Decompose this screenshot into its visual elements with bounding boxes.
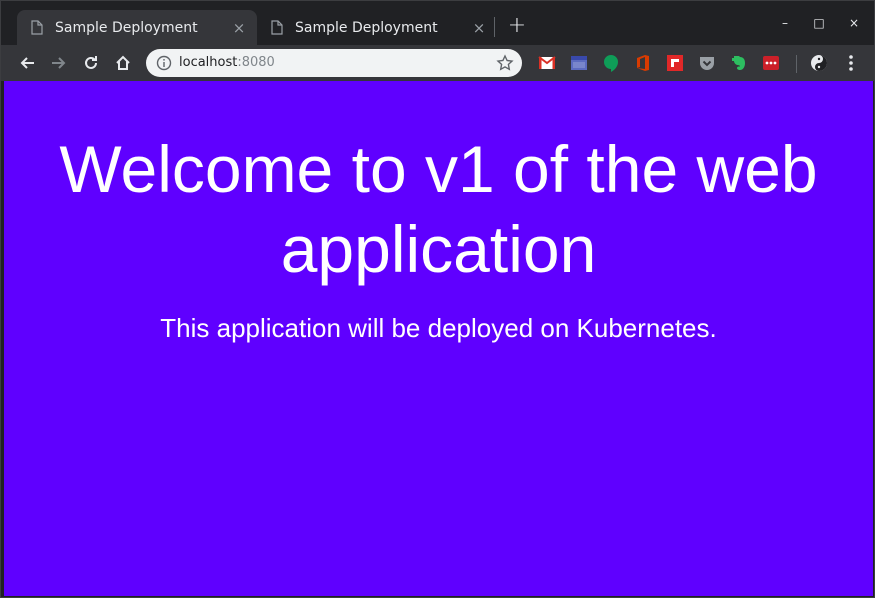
browser-toolbar: localhost:8080 [1,45,874,81]
tab-close-icon[interactable]: × [231,20,247,36]
tab-strip: Sample Deployment × Sample Deployment × … [1,1,874,45]
toolbar-separator [796,55,797,73]
page-heading: Welcome to v1 of the web application [59,132,818,286]
home-button[interactable] [110,50,136,76]
page-subtitle: This application will be deployed on Kub… [160,313,717,343]
bookmark-star-icon[interactable] [496,54,514,72]
google-calendar-icon[interactable] [570,54,588,72]
flipboard-icon[interactable] [666,54,684,72]
home-icon [116,55,130,70]
gmail-icon[interactable] [538,54,556,72]
page-viewport: Welcome to v1 of the web application Thi… [4,81,873,596]
browser-window: Sample Deployment × Sample Deployment × … [0,0,875,598]
kebab-menu-icon[interactable] [842,52,860,74]
url-text: localhost:8080 [179,55,275,70]
reload-button[interactable] [78,50,104,76]
hangouts-icon[interactable] [602,54,620,72]
minimize-button[interactable]: – [775,14,795,32]
yin-yang-icon[interactable] [810,54,828,72]
forward-button[interactable] [46,50,72,76]
arrow-left-icon [20,57,34,69]
url-host: localhost [179,55,238,70]
tab-separator [494,17,495,37]
address-bar[interactable]: localhost:8080 [146,49,522,77]
pocket-icon[interactable] [698,54,716,72]
back-button[interactable] [14,50,40,76]
tab-inactive[interactable]: Sample Deployment × [257,10,497,45]
close-window-button[interactable]: × [844,14,864,32]
tab-active[interactable]: Sample Deployment × [17,10,257,45]
tab-title: Sample Deployment [295,19,438,36]
page-icon [271,19,285,36]
new-tab-button[interactable]: + [506,15,528,38]
page-icon [31,19,45,36]
evernote-icon[interactable] [730,54,748,72]
maximize-button[interactable]: □ [809,14,829,32]
tab-title: Sample Deployment [55,19,198,36]
lastpass-icon[interactable] [762,54,780,72]
info-icon[interactable] [156,55,172,71]
office-icon[interactable] [634,54,652,72]
arrow-right-icon [52,57,66,69]
url-port: :8080 [237,55,275,70]
reload-icon [85,56,97,69]
tab-close-icon[interactable]: × [471,20,487,36]
